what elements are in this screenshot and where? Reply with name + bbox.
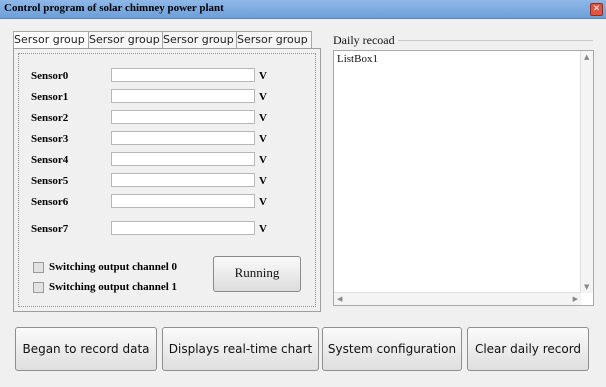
sensor-unit: V: [259, 133, 267, 145]
checkbox-box[interactable]: [33, 262, 44, 273]
daily-record-listbox[interactable]: ListBox1 ▲ ▼ ◀ ▶: [333, 50, 594, 306]
scroll-right-icon[interactable]: ▶: [573, 295, 578, 303]
checkbox-label: Switching output channel 0: [49, 261, 178, 273]
clear-daily-record-button[interactable]: Clear daily record: [467, 327, 589, 371]
group-divider: [398, 40, 593, 41]
vertical-scrollbar[interactable]: ▲ ▼: [580, 51, 593, 293]
sensor-label: Sensor4: [31, 154, 69, 166]
sensor0-input[interactable]: [111, 68, 255, 82]
tab-sensor-group-c[interactable]: Sersor group C: [162, 31, 237, 48]
daily-record-label: Daily recoad: [333, 33, 395, 47]
sensor-panel-focus-frame: Sensor0 V Sensor1 V Sensor2 V Sensor3 V …: [18, 53, 316, 307]
close-icon[interactable]: ✕: [590, 3, 603, 16]
title-bar: Control program of solar chimney power p…: [0, 0, 606, 19]
sensor2-input[interactable]: [111, 110, 255, 124]
sensor-unit: V: [259, 223, 267, 235]
sensor-unit: V: [259, 196, 267, 208]
sensor6-input[interactable]: [111, 194, 255, 208]
tab-sensor-group-b[interactable]: Sersor group B: [88, 31, 163, 48]
scroll-left-icon[interactable]: ◀: [337, 295, 342, 303]
checkbox-label: Switching output channel 1: [49, 281, 178, 293]
list-item[interactable]: ListBox1: [337, 53, 378, 65]
sensor-label: Sensor3: [31, 133, 69, 145]
sensor-label: Sensor6: [31, 196, 69, 208]
sensor-label: Sensor7: [31, 223, 69, 235]
sensor-panel: Sensor0 V Sensor1 V Sensor2 V Sensor3 V …: [13, 48, 321, 312]
sensor-label: Sensor2: [31, 112, 69, 124]
sensor3-input[interactable]: [111, 131, 255, 145]
sensor5-input[interactable]: [111, 173, 255, 187]
sensor4-input[interactable]: [111, 152, 255, 166]
sensor-label: Sensor1: [31, 91, 69, 103]
scroll-up-icon[interactable]: ▲: [584, 53, 589, 61]
running-button[interactable]: Running: [213, 256, 301, 292]
scroll-down-icon[interactable]: ▼: [584, 283, 589, 291]
tab-sensor-group-a[interactable]: Sersor group A: [13, 31, 89, 49]
sensor-label: Sensor5: [31, 175, 69, 187]
checkbox-box[interactable]: [33, 282, 44, 293]
sensor-unit: V: [259, 154, 267, 166]
sensor-unit: V: [259, 91, 267, 103]
horizontal-scrollbar[interactable]: ◀ ▶: [334, 292, 581, 305]
window-title: Control program of solar chimney power p…: [4, 2, 224, 14]
sensor-unit: V: [259, 70, 267, 82]
sensor-unit: V: [259, 175, 267, 187]
sensor-unit: V: [259, 112, 267, 124]
realtime-chart-button[interactable]: Displays real-time chart: [162, 327, 319, 371]
system-configuration-button[interactable]: System configuration: [322, 327, 462, 371]
tab-sensor-group-d[interactable]: Sersor group D: [236, 31, 312, 48]
sensor-label: Sensor0: [31, 70, 69, 82]
sensor7-input[interactable]: [111, 221, 255, 235]
sensor1-input[interactable]: [111, 89, 255, 103]
record-data-button[interactable]: Began to record data: [15, 327, 157, 371]
